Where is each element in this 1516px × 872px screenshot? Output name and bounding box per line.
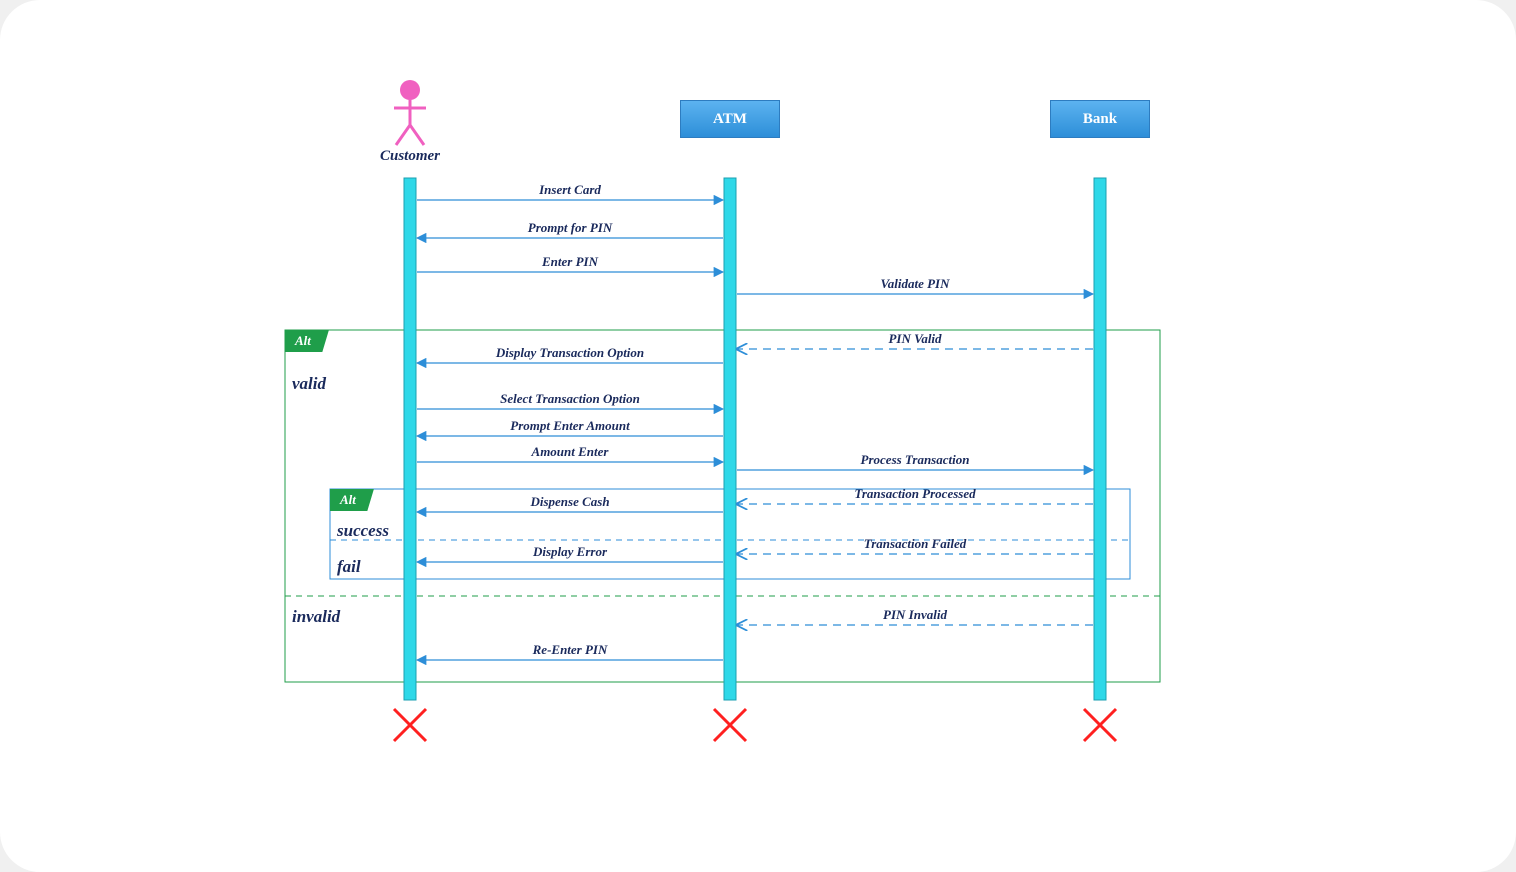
condition-label: valid xyxy=(292,374,326,394)
alt-fragment-tag: Alt xyxy=(330,489,374,511)
participant-box: Bank xyxy=(1050,100,1150,138)
message-label: Re-Enter PIN xyxy=(533,642,608,658)
alt-fragment-tag: Alt xyxy=(285,330,329,352)
message-label: Process Transaction xyxy=(861,452,970,468)
message-label: Select Transaction Option xyxy=(500,391,640,407)
actor-label: Customer xyxy=(380,148,440,165)
message-label: Display Transaction Option xyxy=(496,345,644,361)
message-label: Display Error xyxy=(533,544,607,560)
message-label: Transaction Failed xyxy=(864,536,966,552)
diagram-canvas: Alt valid invalid Alt success fail Insert Card… xyxy=(0,0,1516,872)
message-label: Prompt for PIN xyxy=(528,220,613,236)
message-label: Validate PIN xyxy=(881,276,950,292)
message-label: PIN Invalid xyxy=(883,607,947,623)
message-label: Amount Enter xyxy=(532,444,609,460)
message-label: PIN Valid xyxy=(888,331,941,347)
message-label: Transaction Processed xyxy=(854,486,975,502)
condition-label: success xyxy=(337,521,389,541)
message-label: Prompt Enter Amount xyxy=(510,418,629,434)
condition-label: fail xyxy=(337,557,361,577)
message-label: Dispense Cash xyxy=(530,494,609,510)
condition-label: invalid xyxy=(292,607,340,627)
message-label: Enter PIN xyxy=(542,254,598,270)
participant-box: ATM xyxy=(680,100,780,138)
message-label: Insert Card xyxy=(539,182,601,198)
